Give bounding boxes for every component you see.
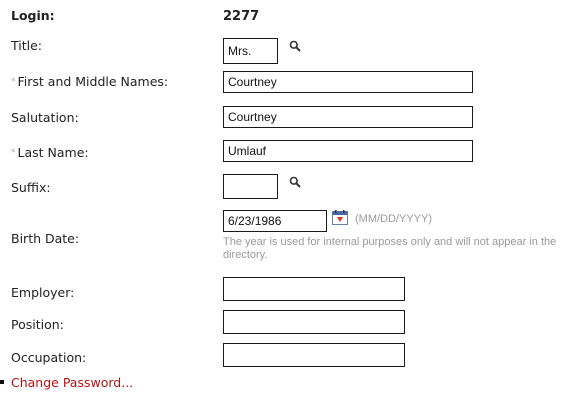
employer-label: Employer:: [11, 285, 75, 300]
first-middle-names-field[interactable]: Courtney: [223, 71, 473, 93]
link-bullet: [0, 380, 4, 384]
occupation-field[interactable]: [223, 343, 405, 367]
birth-date-format-hint: (MM/DD/YYYY): [355, 213, 432, 225]
first-middle-names-label: * First and Middle Names:: [11, 74, 168, 89]
suffix-search-icon[interactable]: [289, 176, 301, 188]
title-field[interactable]: Mrs.: [223, 38, 278, 64]
position-field[interactable]: [223, 310, 405, 334]
position-label: Position:: [11, 317, 64, 332]
employer-field[interactable]: [223, 277, 405, 301]
member-profile-form: Login: 2277 Title: Mrs. * First and Middl…: [0, 0, 585, 395]
login-label: Login:: [11, 8, 55, 23]
suffix-label: Suffix:: [11, 180, 51, 195]
occupation-label: Occupation:: [11, 350, 87, 365]
salutation-label: Salutation:: [11, 110, 79, 125]
required-mark: *: [11, 148, 16, 158]
title-label: Title:: [11, 38, 42, 53]
birth-date-field[interactable]: 6/23/1986: [223, 210, 327, 232]
calendar-icon[interactable]: [332, 210, 349, 225]
login-value: 2277: [223, 9, 260, 24]
birth-date-label: Birth Date:: [11, 231, 80, 246]
first-middle-names-label-text: First and Middle Names:: [17, 74, 169, 89]
required-mark: *: [11, 77, 16, 87]
suffix-field[interactable]: [223, 174, 278, 199]
last-name-label: * Last Name:: [11, 145, 89, 160]
birth-date-note: The year is used for internal purposes o…: [223, 236, 557, 261]
last-name-field[interactable]: Umlauf: [223, 140, 473, 162]
salutation-field[interactable]: Courtney: [223, 106, 473, 128]
change-password-link[interactable]: Change Password...: [11, 375, 133, 390]
last-name-label-text: Last Name:: [17, 145, 89, 160]
title-search-icon[interactable]: [289, 40, 301, 52]
